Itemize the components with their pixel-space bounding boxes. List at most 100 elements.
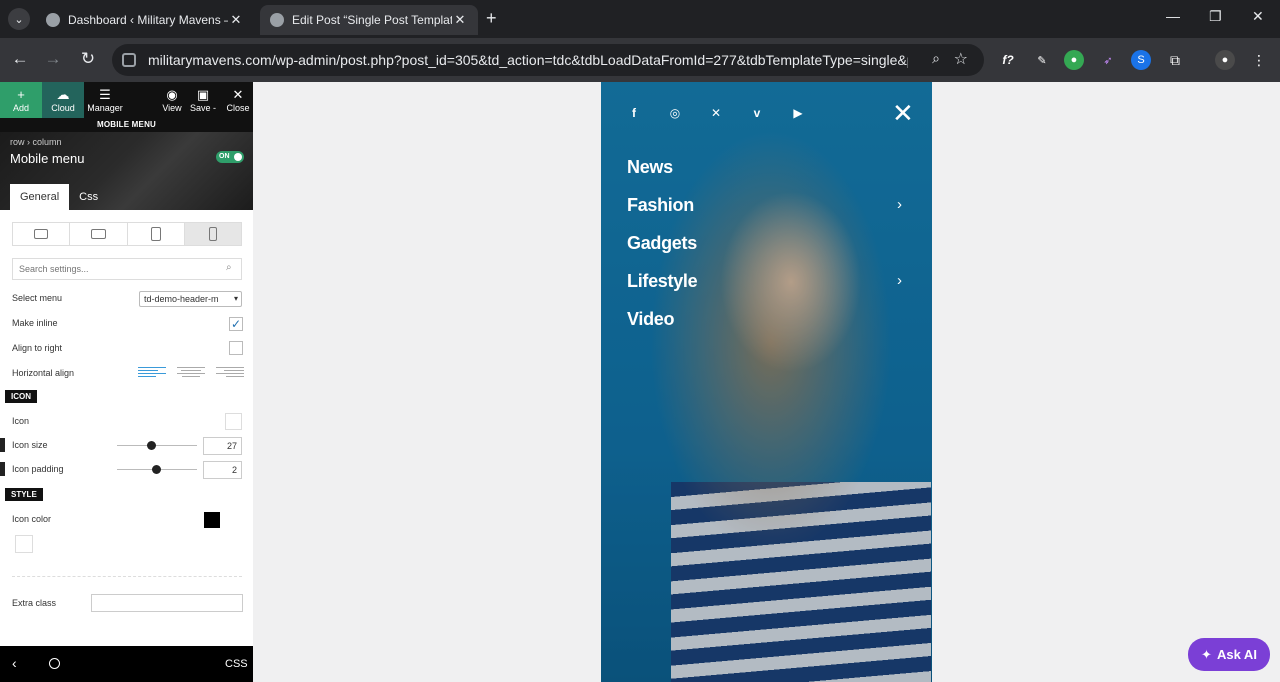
tab-title: Edit Post “Single Post Template bbox=[292, 13, 452, 27]
horizontal-align-label: Horizontal align bbox=[12, 368, 75, 378]
browser-menu-icon[interactable]: ⋮ bbox=[1249, 50, 1269, 70]
reload-icon[interactable]: ↻ bbox=[78, 49, 98, 69]
align-center-icon[interactable] bbox=[177, 367, 205, 381]
restore-icon[interactable]: ❐ bbox=[1209, 8, 1222, 25]
save-icon: ▣ bbox=[196, 86, 210, 102]
select-menu-dropdown[interactable]: td-demo-header-m ▾ bbox=[139, 291, 242, 307]
vimeo-icon[interactable]: v bbox=[749, 106, 765, 120]
url-text: militarymavens.com/wp-admin/post.php?pos… bbox=[148, 52, 908, 68]
cloud-label: Cloud bbox=[51, 102, 75, 113]
color-reset-swatch[interactable] bbox=[15, 535, 33, 553]
menu-item-lifestyle[interactable]: Lifestyle bbox=[627, 271, 698, 292]
menu-close-icon[interactable]: ✕ bbox=[892, 100, 914, 126]
menu-item-video[interactable]: Video bbox=[627, 309, 674, 330]
close-button[interactable]: ✕ Close bbox=[224, 82, 252, 118]
slider-handle[interactable] bbox=[147, 441, 156, 450]
profile-avatar[interactable]: ● bbox=[1215, 50, 1235, 70]
green-extension-icon[interactable]: ● bbox=[1064, 50, 1084, 70]
tab-edit-post[interactable]: Edit Post “Single Post Template ✕ bbox=[260, 5, 478, 35]
icon-picker[interactable] bbox=[225, 413, 242, 430]
manager-button[interactable]: ☰ Manager bbox=[84, 82, 126, 118]
window-close-icon[interactable]: ✕ bbox=[1252, 8, 1264, 25]
tab-search-button[interactable]: ⌄ bbox=[8, 8, 30, 30]
feather-extension-icon[interactable]: ➶ bbox=[1098, 50, 1118, 70]
landscape-device-button[interactable] bbox=[70, 223, 128, 245]
tab-dashboard[interactable]: Dashboard ‹ Military Mavens — ✕ bbox=[36, 5, 254, 35]
menu-item-gadgets[interactable]: Gadgets bbox=[627, 233, 697, 254]
layers-icon: ☰ bbox=[99, 86, 111, 102]
x-icon[interactable]: ✕ bbox=[708, 106, 724, 120]
instagram-icon[interactable]: ◎ bbox=[667, 106, 683, 120]
chevron-right-icon[interactable]: › bbox=[897, 272, 902, 289]
phone-icon bbox=[208, 227, 217, 241]
css-button[interactable]: CSS bbox=[225, 658, 248, 670]
tab-title: Dashboard ‹ Military Mavens — bbox=[68, 13, 228, 27]
ask-ai-button[interactable]: ✦ Ask AI bbox=[1188, 638, 1270, 671]
extra-class-input[interactable] bbox=[91, 594, 243, 612]
make-inline-label: Make inline bbox=[12, 318, 58, 328]
icon-size-input[interactable]: 27 bbox=[203, 437, 242, 455]
icon-size-slider[interactable] bbox=[117, 441, 197, 450]
minimize-icon[interactable]: — bbox=[1166, 8, 1180, 24]
wordpress-favicon-icon bbox=[46, 13, 60, 27]
fx-extension-icon[interactable]: f? bbox=[998, 50, 1018, 70]
close-tab-icon[interactable]: ✕ bbox=[452, 12, 468, 28]
bookmark-star-icon[interactable]: ☆ bbox=[954, 49, 968, 69]
device-switcher bbox=[12, 222, 242, 246]
phone-device-button[interactable] bbox=[184, 223, 241, 245]
icon-padding-input[interactable]: 2 bbox=[203, 461, 242, 479]
youtube-icon[interactable]: ▶ bbox=[790, 106, 806, 120]
section-title: MOBILE MENU bbox=[0, 118, 253, 132]
view-button[interactable]: ◉ View bbox=[160, 82, 184, 118]
icon-size-label: Icon size bbox=[12, 440, 48, 450]
shazam-extension-icon[interactable]: S bbox=[1131, 50, 1151, 70]
menu-item-fashion[interactable]: Fashion bbox=[627, 195, 694, 216]
select-menu-label: Select menu bbox=[12, 293, 63, 303]
search-settings-input[interactable] bbox=[12, 258, 242, 280]
editor-bottom-bar: ‹ CSS bbox=[0, 646, 253, 682]
add-button[interactable]: + Add bbox=[0, 82, 42, 118]
forward-icon[interactable]: → bbox=[43, 49, 63, 69]
facebook-icon[interactable]: f bbox=[626, 106, 642, 120]
align-left-icon[interactable] bbox=[138, 367, 166, 381]
save-label: Save - bbox=[190, 102, 217, 113]
close-tab-icon[interactable]: ✕ bbox=[228, 12, 244, 28]
save-button[interactable]: ▣ Save - bbox=[190, 82, 216, 118]
icon-section-badge: ICON bbox=[5, 390, 37, 403]
back-icon[interactable]: ← bbox=[10, 49, 30, 69]
style-section-badge: STYLE bbox=[5, 488, 43, 501]
menu-item-news[interactable]: News bbox=[627, 157, 673, 178]
align-right-icon[interactable] bbox=[216, 367, 244, 381]
chevron-right-icon[interactable]: › bbox=[897, 196, 902, 213]
ask-ai-label: Ask AI bbox=[1216, 647, 1257, 662]
tab-css[interactable]: Css bbox=[69, 184, 108, 210]
tab-general[interactable]: General bbox=[10, 184, 70, 210]
plus-icon: + bbox=[17, 86, 25, 102]
history-circle-icon[interactable] bbox=[49, 658, 60, 669]
view-label: View bbox=[162, 102, 182, 113]
align-right-checkbox[interactable] bbox=[229, 341, 243, 355]
horizontal-align-options bbox=[138, 367, 244, 381]
tablet-portrait-icon bbox=[150, 227, 161, 241]
make-inline-checkbox[interactable]: ✓ bbox=[229, 317, 243, 331]
icon-padding-slider[interactable] bbox=[117, 465, 197, 474]
search-icon: ⌕ bbox=[226, 262, 232, 273]
breadcrumb[interactable]: row › column bbox=[10, 137, 62, 147]
site-info-icon[interactable] bbox=[122, 53, 136, 67]
wordpress-favicon-icon bbox=[270, 13, 284, 27]
portrait-device-button[interactable] bbox=[128, 223, 185, 245]
slider-handle[interactable] bbox=[152, 465, 161, 474]
eyedropper-extension-icon[interactable]: ✎ bbox=[1032, 50, 1052, 70]
modified-marker bbox=[0, 438, 5, 452]
icon-color-swatch[interactable] bbox=[204, 512, 220, 528]
desktop-device-button[interactable] bbox=[13, 223, 71, 245]
zoom-icon[interactable]: ⌕ bbox=[932, 50, 940, 67]
extensions-puzzle-icon[interactable]: ⧉ bbox=[1165, 50, 1185, 70]
cloud-button[interactable]: ☁ Cloud bbox=[42, 82, 84, 118]
new-tab-button[interactable]: + bbox=[486, 8, 497, 29]
modified-marker bbox=[0, 462, 5, 476]
address-bar[interactable]: militarymavens.com/wp-admin/post.php?pos… bbox=[112, 44, 984, 76]
back-arrow-icon[interactable]: ‹ bbox=[12, 655, 17, 671]
element-toggle[interactable]: ON bbox=[216, 151, 244, 163]
icon-padding-label: Icon padding bbox=[12, 464, 64, 474]
